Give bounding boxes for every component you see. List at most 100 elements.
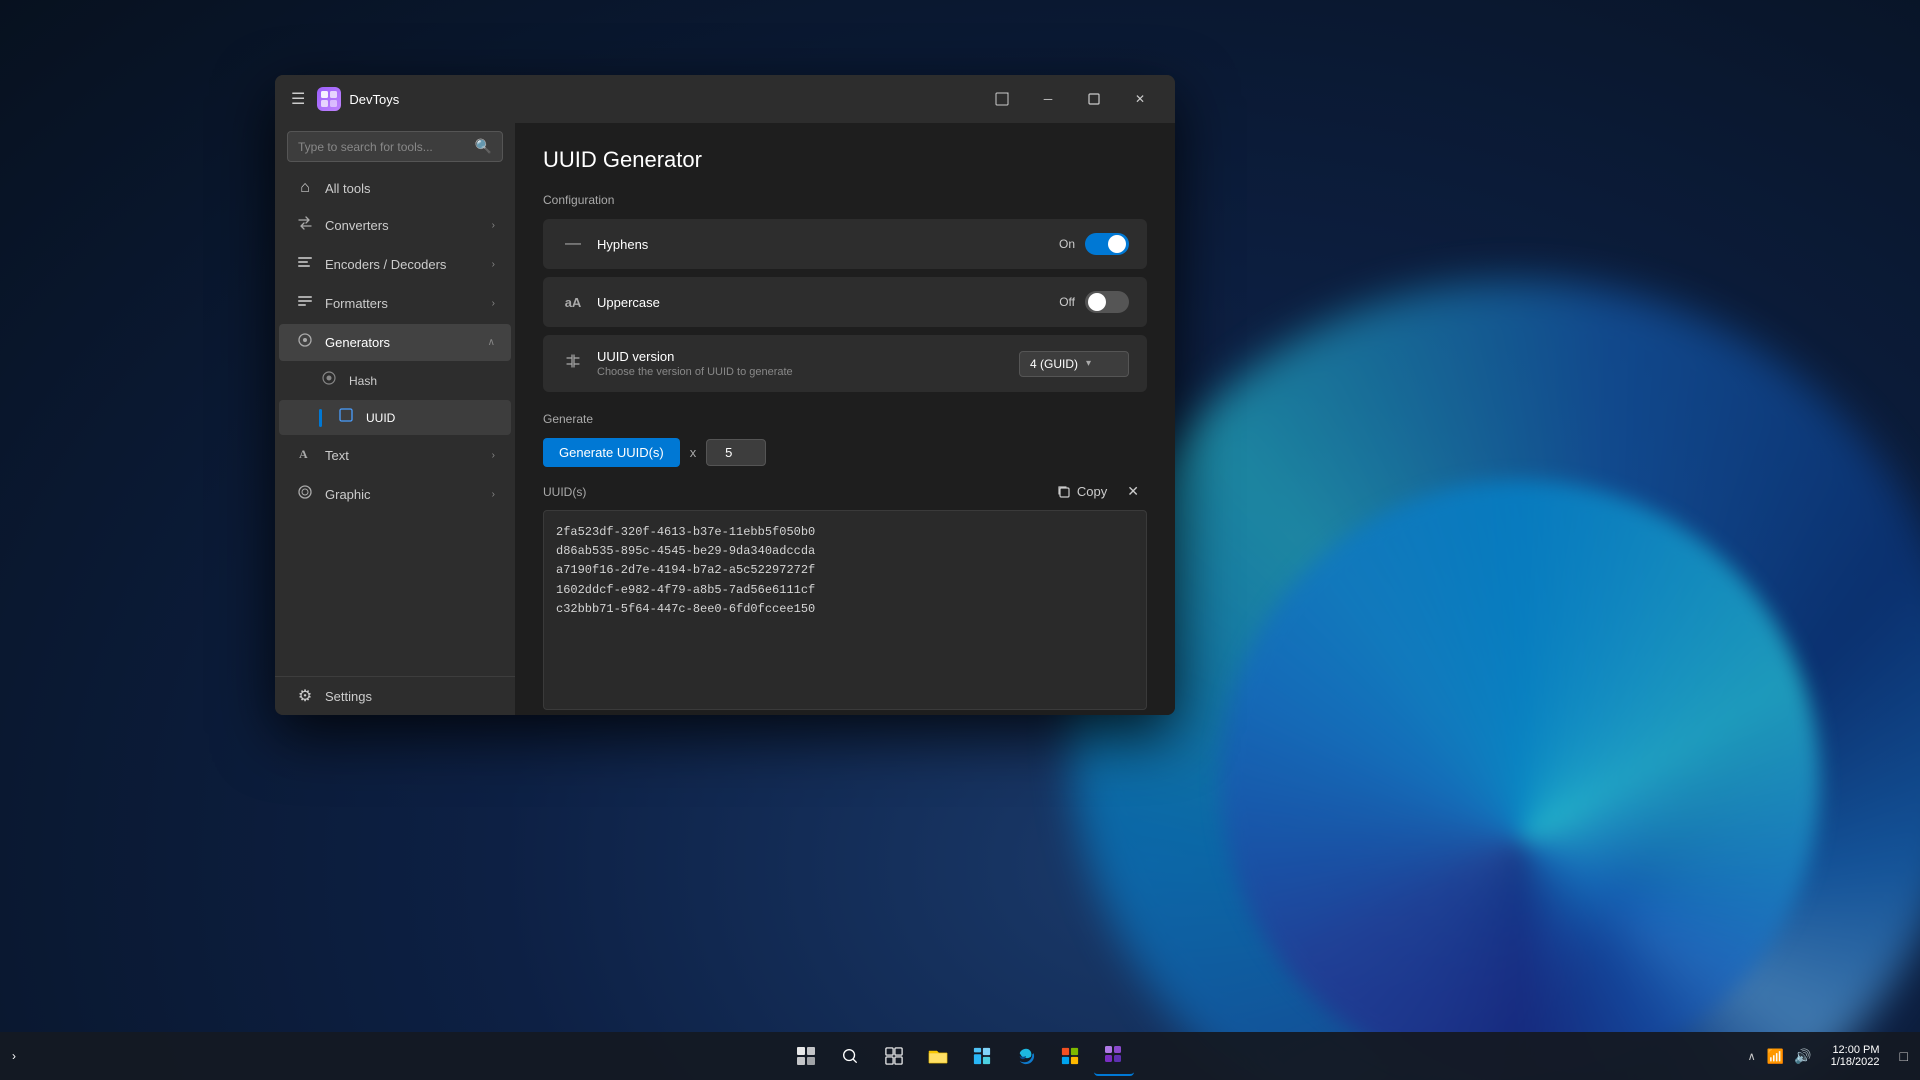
app-window: ☰ DevToys ─ [275,75,1175,715]
page-title: UUID Generator [543,147,1147,173]
sidebar-item-label: Hash [349,374,495,388]
tray-overflow-icon[interactable]: ∧ [1744,1046,1760,1067]
formatters-chevron-icon: › [492,298,495,309]
minimize-button[interactable]: ─ [1025,83,1071,115]
taskbar-right: ∧ 📶 🔊 12:00 PM 1/18/2022 □ [1744,1040,1912,1072]
bloom-decoration-2 [1220,480,1820,1080]
sidebar-item-label: Encoders / Decoders [325,257,482,272]
sidebar-item-settings[interactable]: ⚙ Settings [279,678,511,714]
uuid-version-dropdown[interactable]: 4 (GUID) ▾ [1019,351,1129,377]
app-logo [317,87,341,111]
text-chevron-icon: › [492,450,495,461]
sidebar-item-label: Settings [325,689,495,704]
output-actions: Copy ✕ [1049,479,1147,504]
uppercase-toggle[interactable] [1085,291,1129,313]
text-icon: A [295,445,315,466]
output-header: UUID(s) Copy ✕ [543,479,1147,504]
converters-chevron-icon: › [492,220,495,231]
network-icon[interactable]: 📶 [1764,1048,1787,1065]
hyphens-title: Hyphens [597,237,1047,252]
volume-icon[interactable]: 🔊 [1791,1048,1814,1065]
taskbar-file-explorer-button[interactable] [918,1036,958,1076]
tray-chevron-icon[interactable]: › [8,1045,20,1067]
notification-icon[interactable]: □ [1896,1044,1912,1068]
clear-icon: ✕ [1127,483,1139,499]
menu-icon[interactable]: ☰ [287,85,309,113]
graphic-chevron-icon: › [492,489,495,500]
sidebar-item-label: Graphic [325,487,482,502]
settings-icon: ⚙ [295,686,315,706]
generate-row: Generate UUID(s) x [543,438,1147,467]
search-icon[interactable]: 🔍 [475,138,492,155]
times-label: x [690,445,697,460]
app-title: DevToys [349,92,399,107]
hyphens-toggle[interactable] [1085,233,1129,255]
task-view-button[interactable] [874,1036,914,1076]
title-bar-controls: ─ ✕ [979,83,1163,115]
count-input[interactable] [706,439,766,466]
search-input[interactable] [298,140,469,154]
sidebar-item-uuid[interactable]: UUID [279,400,511,435]
uppercase-right: Off [1059,291,1129,313]
title-bar-left: ☰ DevToys [287,85,399,113]
sidebar-item-formatters[interactable]: Formatters › [279,285,511,322]
copy-button[interactable]: Copy [1049,480,1115,503]
system-tray-icons: ∧ 📶 🔊 [1744,1046,1815,1067]
clear-button[interactable]: ✕ [1119,479,1147,504]
sidebar-item-all-tools[interactable]: ⌂ All tools [279,171,511,205]
tray-left-icons: › [8,1045,20,1067]
generate-uuids-button[interactable]: Generate UUID(s) [543,438,680,467]
uppercase-toggle-thumb [1088,293,1106,311]
uppercase-icon: aA [561,295,585,310]
encoders-icon [295,254,315,275]
sidebar-item-graphic[interactable]: Graphic › [279,476,511,513]
sidebar-item-encoders[interactable]: Encoders / Decoders › [279,246,511,283]
hyphens-right: On [1059,233,1129,255]
sidebar-item-label: Text [325,448,482,463]
formatters-icon [295,293,315,314]
clock-time: 12:00 PM [1832,1044,1879,1056]
system-clock[interactable]: 12:00 PM 1/18/2022 [1823,1040,1888,1072]
uuid-version-title: UUID version [597,349,1007,364]
uuid-version-right: 4 (GUID) ▾ [1019,351,1129,377]
encoders-chevron-icon: › [492,259,495,270]
sidebar: 🔍 ⌂ All tools Converters › [275,123,515,715]
taskbar-store-button[interactable] [1050,1036,1090,1076]
sidebar-item-converters[interactable]: Converters › [279,207,511,244]
uuid-version-icon [561,352,585,375]
uppercase-content: Uppercase [597,295,1047,310]
generate-section: Generate Generate UUID(s) x [543,412,1147,467]
dropdown-chevron-icon: ▾ [1086,358,1091,369]
taskbar-devtoys-button[interactable] [1094,1036,1134,1076]
hyphens-toggle-label: On [1059,237,1075,251]
svg-text:A: A [299,447,308,461]
sidebar-item-label: Converters [325,218,482,233]
taskbar-edge-button[interactable] [1006,1036,1046,1076]
hyphens-toggle-thumb [1108,235,1126,253]
sidebar-item-hash[interactable]: Hash [279,363,511,398]
hyphens-icon: — [561,235,585,253]
search-box[interactable]: 🔍 [287,131,503,162]
start-button[interactable] [786,1036,826,1076]
converters-icon [295,215,315,236]
config-hyphens-card: — Hyphens On [543,219,1147,269]
maximize-button[interactable] [1071,83,1117,115]
taskbar-search-button[interactable] [830,1036,870,1076]
sidebar-item-text[interactable]: A Text › [279,437,511,474]
uppercase-toggle-label: Off [1059,295,1075,309]
uuid-icon [336,408,356,427]
sidebar-item-generators[interactable]: Generators ∧ [279,324,511,361]
taskbar-widgets-button[interactable] [962,1036,1002,1076]
uuid-version-desc: Choose the version of UUID to generate [597,366,1007,378]
compact-overlay-button[interactable] [979,83,1025,115]
main-content: UUID Generator Configuration — Hyphens O… [515,123,1175,715]
uppercase-title: Uppercase [597,295,1047,310]
copy-button-label: Copy [1077,484,1107,499]
taskbar: › [0,1032,1920,1080]
output-label: UUID(s) [543,485,586,499]
uuid-output-textarea[interactable] [543,510,1147,710]
hash-icon [319,371,339,390]
graphic-icon [295,484,315,505]
config-section-title: Configuration [543,193,1147,207]
close-button[interactable]: ✕ [1117,83,1163,115]
